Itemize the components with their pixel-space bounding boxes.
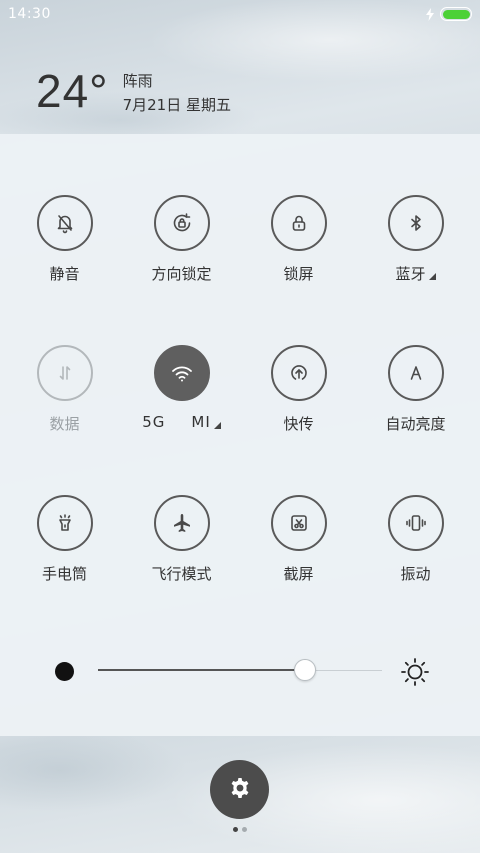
toggle-mobile-data[interactable]: 数据: [6, 345, 123, 455]
toggle-label: 蓝牙: [395, 265, 426, 283]
page-indicator: [233, 827, 247, 832]
toggle-mute[interactable]: 静音: [6, 195, 123, 305]
toggle-label: 振动: [400, 565, 431, 583]
flashlight-icon[interactable]: [36, 495, 93, 551]
toggle-label: 飞行模式: [151, 565, 212, 583]
more-options-indicator-icon[interactable]: [213, 421, 221, 429]
toggle-bluetooth[interactable]: 蓝牙: [357, 195, 474, 305]
toggle-lock-screen[interactable]: 锁屏: [240, 195, 357, 305]
toggle-label-with-more: 5G MI: [142, 413, 221, 431]
toggle-label: 数据: [49, 415, 80, 433]
weather-widget[interactable]: 24° 阵雨 7月21日 星期五: [36, 66, 231, 116]
bluetooth-icon[interactable]: [387, 195, 444, 251]
toggle-label: 锁屏: [283, 265, 314, 283]
lock-icon[interactable]: [270, 195, 327, 251]
gear-icon: [228, 776, 252, 804]
toggle-label: 手电筒: [41, 565, 87, 583]
battery-icon: [440, 7, 472, 21]
wifi-ssid-part: MI: [191, 413, 211, 431]
toggle-label: 快传: [283, 415, 314, 433]
toggle-airplane-mode[interactable]: 飞行模式: [123, 495, 240, 605]
auto-brightness-icon[interactable]: [387, 345, 444, 401]
toggle-label: 方向锁定: [151, 265, 212, 283]
toggle-vibrate[interactable]: 振动: [357, 495, 474, 605]
toggle-flashlight[interactable]: 手电筒: [6, 495, 123, 605]
weather-condition: 阵雨: [122, 72, 153, 90]
slider-thumb[interactable]: [294, 659, 317, 681]
wifi-icon[interactable]: [153, 345, 210, 401]
toggle-label: 静音: [49, 265, 80, 283]
toggle-label-with-more: 蓝牙: [395, 263, 436, 284]
toggle-label: 截屏: [283, 565, 314, 583]
toggle-wifi[interactable]: 5G MI: [123, 345, 240, 455]
slider-fill: [98, 669, 306, 671]
settings-button[interactable]: [210, 760, 269, 819]
status-bar: 14:30: [0, 0, 480, 28]
data-arrows-icon[interactable]: [36, 345, 93, 401]
quick-share-icon[interactable]: [270, 345, 327, 401]
quick-settings-panel: 静音 方向锁定 锁屏 蓝牙 数据 5G MI 快传 自动亮度 手电筒 飞行模式 …: [0, 134, 480, 736]
screenshot-icon[interactable]: [270, 495, 327, 551]
toggle-auto-brightness[interactable]: 自动亮度: [357, 345, 474, 455]
more-options-indicator-icon[interactable]: [428, 273, 436, 280]
toggle-quick-share[interactable]: 快传: [240, 345, 357, 455]
toggle-label: 自动亮度: [385, 415, 446, 433]
wifi-ssid-part: 5G: [142, 413, 166, 431]
dark-dot-icon: [55, 662, 74, 681]
weather-info: 阵雨 7月21日 星期五: [123, 70, 231, 116]
page-dot[interactable]: [242, 827, 247, 832]
battery-level: [442, 9, 470, 19]
brightness-slider[interactable]: [0, 654, 480, 690]
toggle-screenshot[interactable]: 截屏: [240, 495, 357, 605]
temperature: 24°: [36, 65, 109, 117]
airplane-icon[interactable]: [153, 495, 210, 551]
bell-off-icon[interactable]: [36, 195, 93, 251]
rotation-lock-icon[interactable]: [153, 195, 210, 251]
page-dot-active: [233, 827, 238, 832]
charging-icon: [426, 7, 434, 21]
status-icons: [426, 7, 472, 21]
sun-icon: [399, 656, 431, 692]
status-time: 14:30: [8, 6, 51, 22]
date-label: 7月21日 星期五: [122, 96, 231, 114]
toggle-rotation-lock[interactable]: 方向锁定: [123, 195, 240, 305]
vibrate-icon[interactable]: [387, 495, 444, 551]
